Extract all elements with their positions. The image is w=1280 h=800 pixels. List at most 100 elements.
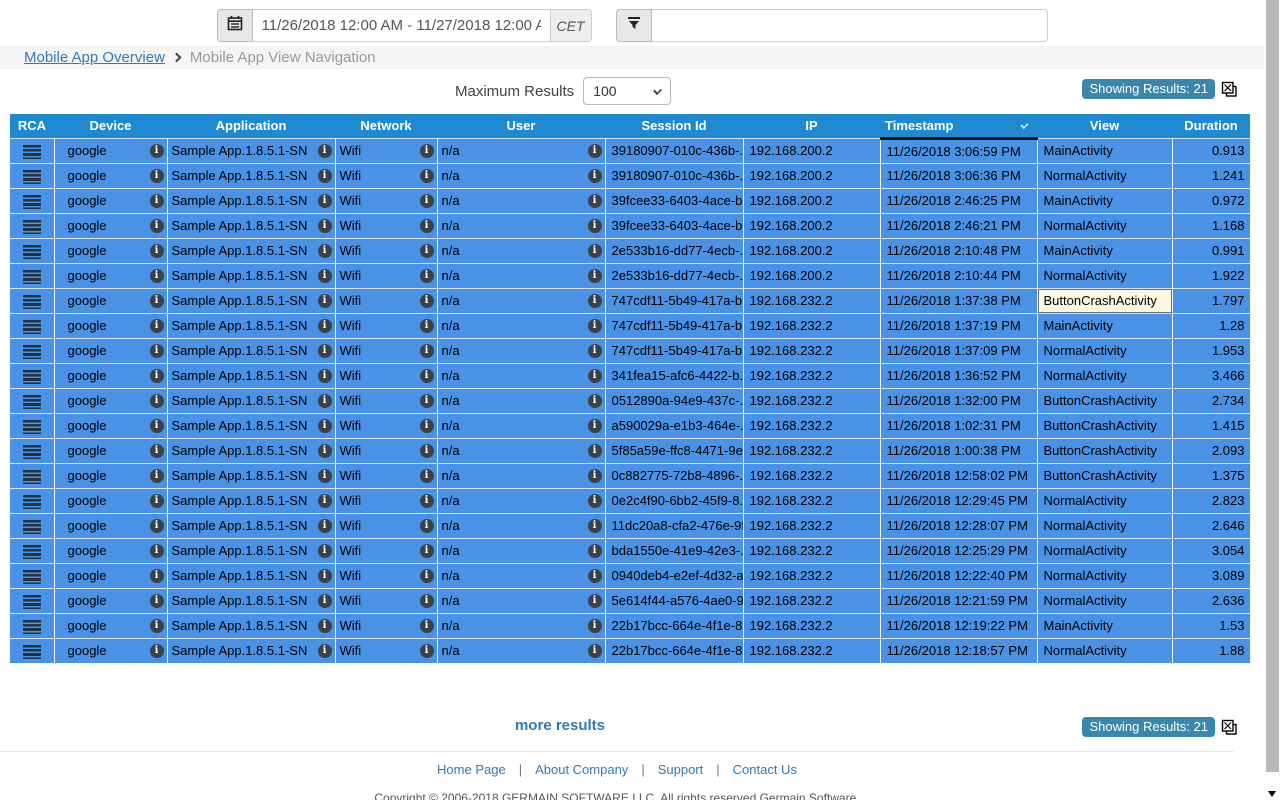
- info-icon[interactable]: i: [420, 194, 434, 208]
- column-header-duration[interactable]: Duration: [1172, 114, 1250, 138]
- info-icon[interactable]: i: [588, 344, 602, 358]
- scrollbar-thumb[interactable]: [1266, 0, 1279, 772]
- info-icon[interactable]: i: [420, 519, 434, 533]
- table-row[interactable]: googlei Sample App.1.8.5.1-SNi Wifii n/a…: [10, 163, 1250, 188]
- footer-link-about[interactable]: About Company: [535, 762, 628, 777]
- info-icon[interactable]: i: [420, 219, 434, 233]
- rca-list-icon[interactable]: [23, 645, 41, 659]
- info-icon[interactable]: i: [318, 269, 332, 283]
- rca-list-icon[interactable]: [23, 370, 41, 384]
- rca-list-icon[interactable]: [23, 295, 41, 309]
- info-icon[interactable]: i: [588, 194, 602, 208]
- info-icon[interactable]: i: [150, 494, 164, 508]
- info-icon[interactable]: i: [150, 244, 164, 258]
- info-icon[interactable]: i: [588, 469, 602, 483]
- info-icon[interactable]: i: [318, 319, 332, 333]
- table-row[interactable]: googlei Sample App.1.8.5.1-SNi Wifii n/a…: [10, 438, 1250, 463]
- info-icon[interactable]: i: [150, 269, 164, 283]
- info-icon[interactable]: i: [420, 619, 434, 633]
- info-icon[interactable]: i: [318, 419, 332, 433]
- rca-list-icon[interactable]: [23, 445, 41, 459]
- table-row[interactable]: googlei Sample App.1.8.5.1-SNi Wifii n/a…: [10, 513, 1250, 538]
- info-icon[interactable]: i: [150, 194, 164, 208]
- info-icon[interactable]: i: [588, 394, 602, 408]
- info-icon[interactable]: i: [588, 619, 602, 633]
- info-icon[interactable]: i: [588, 169, 602, 183]
- info-icon[interactable]: i: [318, 444, 332, 458]
- info-icon[interactable]: i: [318, 519, 332, 533]
- footer-link-support[interactable]: Support: [658, 762, 704, 777]
- table-row[interactable]: googlei Sample App.1.8.5.1-SNi Wifii n/a…: [10, 413, 1250, 438]
- info-icon[interactable]: i: [150, 619, 164, 633]
- info-icon[interactable]: i: [150, 444, 164, 458]
- info-icon[interactable]: i: [588, 419, 602, 433]
- table-row[interactable]: googlei Sample App.1.8.5.1-SNi Wifii n/a…: [10, 488, 1250, 513]
- table-row[interactable]: googlei Sample App.1.8.5.1-SNi Wifii n/a…: [10, 263, 1250, 288]
- info-icon[interactable]: i: [588, 544, 602, 558]
- info-icon[interactable]: i: [150, 394, 164, 408]
- rca-list-icon[interactable]: [23, 145, 41, 159]
- info-icon[interactable]: i: [318, 369, 332, 383]
- filter-input[interactable]: [652, 9, 1048, 42]
- info-icon[interactable]: i: [588, 219, 602, 233]
- column-header-user[interactable]: User: [437, 114, 605, 138]
- info-icon[interactable]: i: [420, 344, 434, 358]
- info-icon[interactable]: i: [318, 194, 332, 208]
- table-row[interactable]: googlei Sample App.1.8.5.1-SNi Wifii n/a…: [10, 638, 1250, 663]
- vertical-scrollbar[interactable]: [1264, 0, 1280, 800]
- table-row[interactable]: googlei Sample App.1.8.5.1-SNi Wifii n/a…: [10, 463, 1250, 488]
- footer-link-home[interactable]: Home Page: [437, 762, 506, 777]
- rca-list-icon[interactable]: [23, 195, 41, 209]
- info-icon[interactable]: i: [318, 494, 332, 508]
- rca-list-icon[interactable]: [23, 570, 41, 584]
- column-header-session-id[interactable]: Session Id: [605, 114, 743, 138]
- info-icon[interactable]: i: [420, 169, 434, 183]
- column-header-application[interactable]: Application: [167, 114, 335, 138]
- date-range-input[interactable]: [253, 9, 551, 42]
- info-icon[interactable]: i: [318, 219, 332, 233]
- rca-list-icon[interactable]: [23, 520, 41, 534]
- info-icon[interactable]: i: [420, 419, 434, 433]
- info-icon[interactable]: i: [318, 344, 332, 358]
- rca-list-icon[interactable]: [23, 545, 41, 559]
- info-icon[interactable]: i: [318, 394, 332, 408]
- rca-list-icon[interactable]: [23, 220, 41, 234]
- info-icon[interactable]: i: [420, 394, 434, 408]
- more-results-link[interactable]: more results: [0, 717, 1120, 734]
- rca-list-icon[interactable]: [23, 495, 41, 509]
- info-icon[interactable]: i: [150, 369, 164, 383]
- table-row[interactable]: googlei Sample App.1.8.5.1-SNi Wifii n/a…: [10, 213, 1250, 238]
- info-icon[interactable]: i: [150, 644, 164, 658]
- info-icon[interactable]: i: [318, 144, 332, 158]
- info-icon[interactable]: i: [150, 469, 164, 483]
- info-icon[interactable]: i: [318, 544, 332, 558]
- column-header-device[interactable]: Device: [54, 114, 167, 138]
- info-icon[interactable]: i: [420, 494, 434, 508]
- export-icon[interactable]: [1221, 719, 1238, 736]
- info-icon[interactable]: i: [420, 269, 434, 283]
- rca-list-icon[interactable]: [23, 420, 41, 434]
- info-icon[interactable]: i: [318, 569, 332, 583]
- info-icon[interactable]: i: [588, 144, 602, 158]
- info-icon[interactable]: i: [150, 594, 164, 608]
- info-icon[interactable]: i: [318, 594, 332, 608]
- scroll-down-arrow-icon[interactable]: [1268, 791, 1276, 797]
- info-icon[interactable]: i: [420, 244, 434, 258]
- info-icon[interactable]: i: [420, 594, 434, 608]
- info-icon[interactable]: i: [588, 519, 602, 533]
- footer-link-contact[interactable]: Contact Us: [733, 762, 797, 777]
- rca-list-icon[interactable]: [23, 245, 41, 259]
- info-icon[interactable]: i: [150, 344, 164, 358]
- rca-list-icon[interactable]: [23, 270, 41, 284]
- column-header-ip[interactable]: IP: [743, 114, 880, 138]
- rca-list-icon[interactable]: [23, 170, 41, 184]
- info-icon[interactable]: i: [420, 544, 434, 558]
- info-icon[interactable]: i: [318, 619, 332, 633]
- info-icon[interactable]: i: [150, 219, 164, 233]
- table-row[interactable]: googlei Sample App.1.8.5.1-SNi Wifii n/a…: [10, 188, 1250, 213]
- info-icon[interactable]: i: [318, 644, 332, 658]
- info-icon[interactable]: i: [318, 244, 332, 258]
- info-icon[interactable]: i: [150, 144, 164, 158]
- info-icon[interactable]: i: [150, 519, 164, 533]
- info-icon[interactable]: i: [150, 294, 164, 308]
